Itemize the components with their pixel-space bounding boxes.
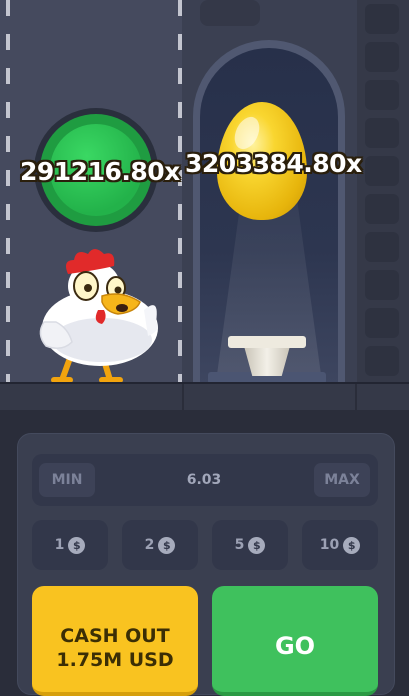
cash-out-label: CASH OUT	[60, 625, 170, 647]
wall-brick	[365, 80, 399, 110]
quick-bet-label: 1	[54, 537, 65, 553]
dollar-coin-icon: $	[343, 536, 361, 554]
quick-bet-label: 5	[234, 537, 245, 553]
next-multiplier: 3203384.80x	[185, 149, 362, 178]
game-scene: 291216.80x 3203384.80x	[0, 0, 409, 410]
quick-bet-label: 2	[144, 537, 155, 553]
pedestal-top	[228, 336, 306, 348]
wall-brick	[365, 232, 399, 262]
cash-out-amount: 1.75M USD	[56, 649, 174, 671]
max-bet-button[interactable]: MAX	[314, 463, 370, 497]
quick-bet-label: 10	[319, 537, 340, 553]
dollar-coin-icon: $	[248, 536, 266, 554]
wall-brick	[365, 156, 399, 186]
current-multiplier: 291216.80x	[20, 157, 180, 186]
dollar-coin-icon: $	[68, 536, 86, 554]
wall-brick	[365, 194, 399, 224]
wall-brick	[365, 346, 399, 376]
go-button[interactable]: GO	[212, 586, 378, 696]
min-bet-button[interactable]: MIN	[39, 463, 95, 497]
wall-brick	[365, 4, 399, 34]
wall-brick	[365, 118, 399, 148]
cash-out-button[interactable]: CASH OUT 1.75M USD	[32, 586, 198, 696]
lane-divider	[6, 0, 10, 382]
bet-amount-input[interactable]	[100, 463, 308, 497]
wall-brick	[365, 42, 399, 72]
quick-bet-2-button[interactable]: 2 $	[122, 520, 198, 570]
floor-divider	[182, 384, 184, 410]
wall-brick	[365, 270, 399, 300]
floor	[0, 382, 409, 410]
wall-brick	[365, 308, 399, 338]
dollar-coin-icon: $	[158, 536, 176, 554]
quick-bet-1-button[interactable]: 1 $	[32, 520, 108, 570]
quick-bet-5-button[interactable]: 5 $	[212, 520, 288, 570]
chicken-icon	[39, 249, 158, 382]
floor-divider	[355, 384, 357, 410]
lane-divider	[178, 0, 182, 382]
wall-brick	[200, 0, 260, 26]
quick-bet-10-button[interactable]: 10 $	[302, 520, 378, 570]
